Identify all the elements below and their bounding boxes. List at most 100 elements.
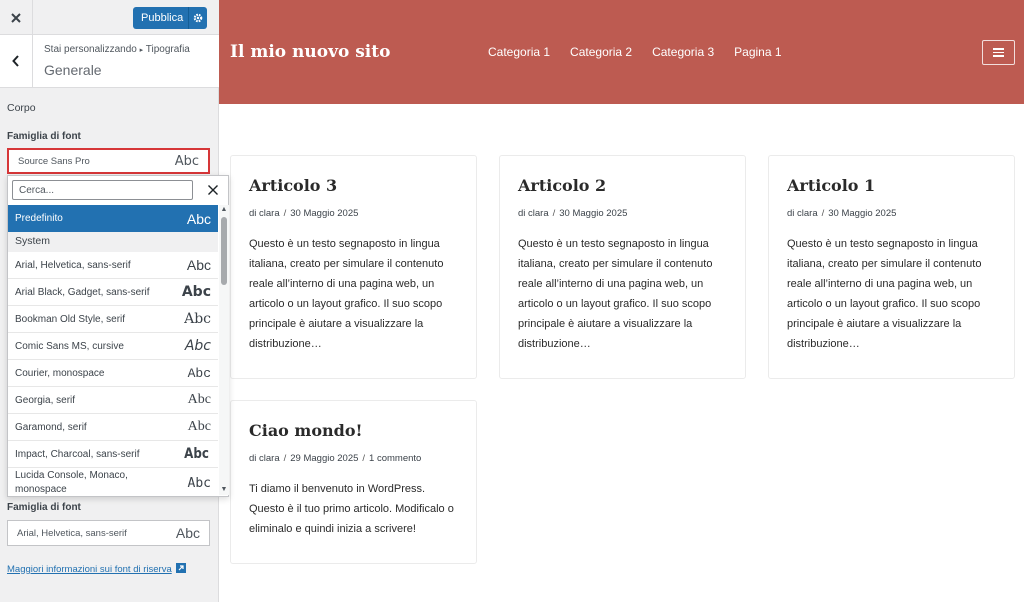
post-title[interactable]: Articolo 1 bbox=[787, 176, 996, 195]
post-title[interactable]: Articolo 2 bbox=[518, 176, 727, 195]
post-excerpt: Ti diamo il benvenuto in WordPress. Ques… bbox=[249, 483, 454, 535]
site-preview: Il mio nuovo sito Categoria 1 Categoria … bbox=[219, 0, 1024, 602]
font-option-garamond[interactable]: Garamond, serif Abc bbox=[8, 414, 218, 441]
meta-separator: / bbox=[283, 453, 287, 464]
font-option-preview: Abc bbox=[184, 338, 211, 354]
menu-toggle-button[interactable] bbox=[982, 40, 1015, 65]
close-customizer-button[interactable] bbox=[0, 0, 33, 35]
post-date[interactable]: 30 Maggio 2025 bbox=[559, 208, 627, 219]
clear-search-button[interactable] bbox=[205, 181, 221, 199]
post-card: Articolo 2 di clara/30 Maggio 2025 Quest… bbox=[499, 155, 746, 379]
font-dropdown: Predefinito Abc System Arial, Helvetica,… bbox=[7, 175, 229, 497]
fallback-font-select[interactable]: Arial, Helvetica, sans-serif Abc bbox=[7, 520, 210, 546]
font-option-arial[interactable]: Arial, Helvetica, sans-serif Abc bbox=[8, 252, 218, 279]
font-option-courier[interactable]: Courier, monospace Abc bbox=[8, 360, 218, 387]
font-option-name: Impact, Charcoal, sans-serif bbox=[15, 448, 140, 460]
breadcrumb-prefix: Stai personalizzando bbox=[44, 44, 137, 55]
nav-item-categoria-2[interactable]: Categoria 2 bbox=[570, 45, 632, 59]
post-title[interactable]: Ciao mondo! bbox=[249, 421, 458, 440]
font-option-name: Arial, Helvetica, sans-serif bbox=[15, 259, 131, 271]
post-excerpt: Questo è un testo segnaposto in lingua i… bbox=[249, 238, 444, 350]
font-option-comic-sans[interactable]: Comic Sans MS, cursive Abc bbox=[8, 333, 218, 360]
font-option-preview: Abc bbox=[187, 419, 211, 434]
post-meta: di clara/30 Maggio 2025 bbox=[249, 208, 458, 219]
dropdown-scrollbar[interactable]: ▲ ▼ bbox=[219, 205, 229, 495]
font-group-system: System bbox=[8, 232, 218, 252]
close-icon bbox=[208, 185, 218, 195]
meta-separator: / bbox=[362, 453, 366, 464]
customizer-top-bar: Pubblica bbox=[0, 0, 219, 35]
font-family-label: Famiglia di font bbox=[7, 131, 81, 142]
publish-button[interactable]: Pubblica bbox=[133, 7, 207, 29]
post-author[interactable]: di clara bbox=[249, 453, 280, 464]
post-author[interactable]: di clara bbox=[518, 208, 549, 219]
post-excerpt: Questo è un testo segnaposto in lingua i… bbox=[787, 238, 982, 350]
post-comments[interactable]: 1 commento bbox=[369, 453, 421, 464]
font-option-preview: Abc bbox=[187, 392, 211, 407]
hamburger-icon-bar bbox=[993, 55, 1004, 57]
fallback-font-preview: Abc bbox=[175, 525, 200, 541]
group-label-corpo: Corpo bbox=[7, 102, 36, 114]
post-date[interactable]: 30 Maggio 2025 bbox=[290, 208, 358, 219]
back-button[interactable] bbox=[0, 35, 33, 87]
font-search-input[interactable] bbox=[12, 180, 193, 200]
meta-separator: / bbox=[821, 208, 825, 219]
fallback-info-link[interactable]: Maggiori informazioni sui font di riserv… bbox=[7, 563, 186, 576]
font-option-name: Georgia, serif bbox=[15, 394, 76, 406]
meta-separator: / bbox=[552, 208, 556, 219]
post-date[interactable]: 30 Maggio 2025 bbox=[828, 208, 896, 219]
font-option-name: Predefinito bbox=[15, 213, 63, 224]
post-excerpt: Questo è un testo segnaposto in lingua i… bbox=[518, 238, 713, 350]
font-option-name: Garamond, serif bbox=[15, 421, 87, 433]
font-option-preview: Abc bbox=[187, 475, 211, 491]
font-option-list: Predefinito Abc System Arial, Helvetica,… bbox=[8, 205, 218, 495]
font-family-value: Source Sans Pro bbox=[18, 155, 90, 167]
meta-separator: / bbox=[283, 208, 287, 219]
post-card: Articolo 3 di clara/30 Maggio 2025 Quest… bbox=[230, 155, 477, 379]
fallback-font-label: Famiglia di font bbox=[7, 502, 81, 513]
font-option-predefinito[interactable]: Predefinito Abc bbox=[8, 205, 218, 232]
post-author[interactable]: di clara bbox=[249, 208, 280, 219]
font-option-lucida-console[interactable]: Lucida Console, Monaco, monospace Abc bbox=[8, 468, 218, 495]
close-icon bbox=[11, 12, 21, 23]
section-header: Stai personalizzando ▸ Tipografia Genera… bbox=[0, 35, 219, 88]
gear-icon[interactable] bbox=[188, 7, 207, 29]
font-option-preview: Abc bbox=[186, 257, 211, 273]
font-option-bookman[interactable]: Bookman Old Style, serif Abc bbox=[8, 306, 218, 333]
post-author[interactable]: di clara bbox=[787, 208, 818, 219]
font-option-preview: Abc bbox=[184, 311, 211, 327]
scrollbar-thumb[interactable] bbox=[221, 217, 227, 285]
nav-item-categoria-1[interactable]: Categoria 1 bbox=[488, 45, 550, 59]
font-option-preview: Abc bbox=[186, 210, 211, 227]
font-option-arial-black[interactable]: Arial Black, Gadget, sans-serif Abc bbox=[8, 279, 218, 306]
scroll-up-icon[interactable]: ▲ bbox=[220, 206, 228, 214]
font-option-name: Arial Black, Gadget, sans-serif bbox=[15, 286, 150, 298]
font-option-name: Comic Sans MS, cursive bbox=[15, 340, 124, 352]
breadcrumb: Stai personalizzando ▸ Tipografia bbox=[44, 44, 190, 55]
post-meta: di clara/30 Maggio 2025 bbox=[787, 208, 996, 219]
font-family-select[interactable]: Source Sans Pro Abc bbox=[7, 148, 210, 174]
breadcrumb-arrow: ▸ bbox=[139, 47, 144, 54]
scroll-down-icon[interactable]: ▼ bbox=[220, 486, 228, 494]
font-option-georgia[interactable]: Georgia, serif Abc bbox=[8, 387, 218, 414]
fallback-info-link-text: Maggiori informazioni sui font di riserv… bbox=[7, 564, 172, 575]
nav-item-categoria-3[interactable]: Categoria 3 bbox=[652, 45, 714, 59]
hamburger-icon bbox=[993, 48, 1004, 50]
font-option-preview: Abc bbox=[184, 446, 209, 462]
post-date[interactable]: 29 Maggio 2025 bbox=[290, 453, 358, 464]
font-option-preview: Abc bbox=[181, 284, 211, 300]
post-card: Ciao mondo! di clara/29 Maggio 2025/1 co… bbox=[230, 400, 477, 564]
site-title[interactable]: Il mio nuovo sito bbox=[230, 42, 390, 62]
publish-label: Pubblica bbox=[141, 12, 184, 24]
post-meta: di clara/30 Maggio 2025 bbox=[518, 208, 727, 219]
font-option-name: Lucida Console, Monaco, monospace bbox=[15, 470, 128, 495]
nav-item-pagina-1[interactable]: Pagina 1 bbox=[734, 45, 781, 59]
post-title[interactable]: Articolo 3 bbox=[249, 176, 458, 195]
breadcrumb-parent: Tipografia bbox=[145, 44, 190, 55]
font-preview: Abc bbox=[174, 153, 199, 169]
chevron-left-icon bbox=[12, 55, 19, 67]
section-title: Generale bbox=[44, 62, 102, 78]
font-option-preview: Abc bbox=[187, 365, 211, 381]
font-option-name: Bookman Old Style, serif bbox=[15, 313, 126, 325]
font-option-impact[interactable]: Impact, Charcoal, sans-serif Abc bbox=[8, 441, 218, 468]
